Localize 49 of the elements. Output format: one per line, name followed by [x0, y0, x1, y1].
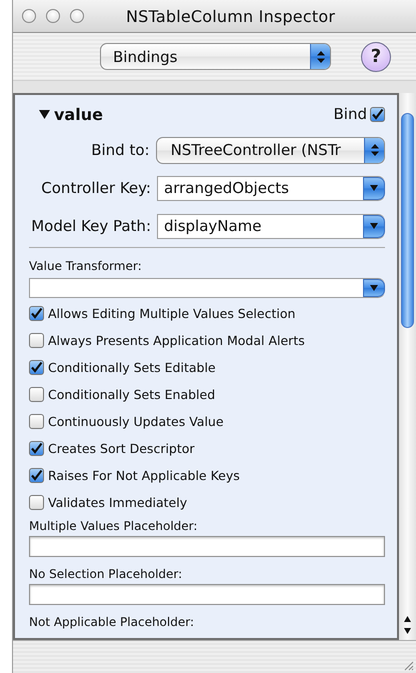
option-label: Validates Immediately [48, 495, 188, 510]
down-arrow-icon [370, 285, 378, 291]
option-checkbox[interactable] [29, 306, 44, 321]
option-checkbox[interactable] [29, 414, 44, 429]
close-button[interactable] [22, 9, 36, 23]
help-button[interactable]: ? [361, 42, 391, 72]
bind-label: Bind [334, 105, 367, 123]
window-title: NSTableColumn Inspector [126, 6, 336, 26]
placeholder-label: Multiple Values Placeholder: [29, 518, 198, 534]
option-label: Raises For Not Applicable Keys [48, 468, 240, 483]
option-checkbox[interactable] [29, 333, 44, 348]
option-checkbox[interactable] [29, 468, 44, 483]
scroll-up-arrow-icon[interactable] [404, 616, 411, 622]
zoom-button[interactable] [70, 9, 84, 23]
placeholder-field[interactable] [29, 584, 385, 605]
down-arrow-icon [370, 185, 378, 191]
minimize-button[interactable] [46, 9, 60, 23]
binding-name: value [54, 104, 104, 124]
scroll-thumb[interactable] [401, 113, 414, 328]
field-label: Controller Key: [40, 179, 152, 197]
option-label: Continuously Updates Value [48, 414, 224, 429]
key-combo-box[interactable]: arrangedObjects [157, 176, 385, 200]
up-down-arrows-icon [316, 50, 324, 62]
panel-popup[interactable]: Bindings [100, 43, 331, 70]
placeholder-label: No Selection Placeholder: [29, 566, 184, 582]
option-label: Conditionally Sets Enabled [48, 387, 216, 402]
disclosure-triangle-icon[interactable] [39, 108, 50, 120]
option-checkbox[interactable] [29, 495, 44, 510]
placeholder-label: Not Applicable Placeholder: [29, 614, 195, 630]
resize-grip-icon[interactable] [402, 659, 414, 671]
value-transformer-combo-box[interactable] [29, 278, 385, 298]
field-label: Model Key Path: [30, 217, 152, 235]
option-label: Allows Editing Multiple Values Selection [48, 306, 296, 321]
option-checkbox[interactable] [29, 360, 44, 375]
down-arrow-icon [370, 223, 378, 229]
field-label: Bind to: [90, 141, 151, 159]
value-transformer-label: Value Transformer: [29, 258, 143, 274]
bind-checkbox[interactable] [370, 106, 385, 122]
option-label: Always Presents Application Modal Alerts [48, 333, 305, 348]
placeholder-field[interactable] [29, 536, 385, 557]
bind-to-popup[interactable]: NSTreeController (NSTr [156, 136, 385, 164]
option-label: Creates Sort Descriptor [48, 441, 195, 456]
option-label: Conditionally Sets Editable [48, 360, 216, 375]
key-combo-box[interactable]: displayName [157, 214, 385, 238]
scroll-bar[interactable] [399, 93, 416, 640]
scroll-down-arrow-icon[interactable] [404, 628, 411, 634]
option-checkbox[interactable] [29, 387, 44, 402]
option-checkbox[interactable] [29, 441, 44, 456]
up-down-arrows-icon [370, 144, 378, 156]
